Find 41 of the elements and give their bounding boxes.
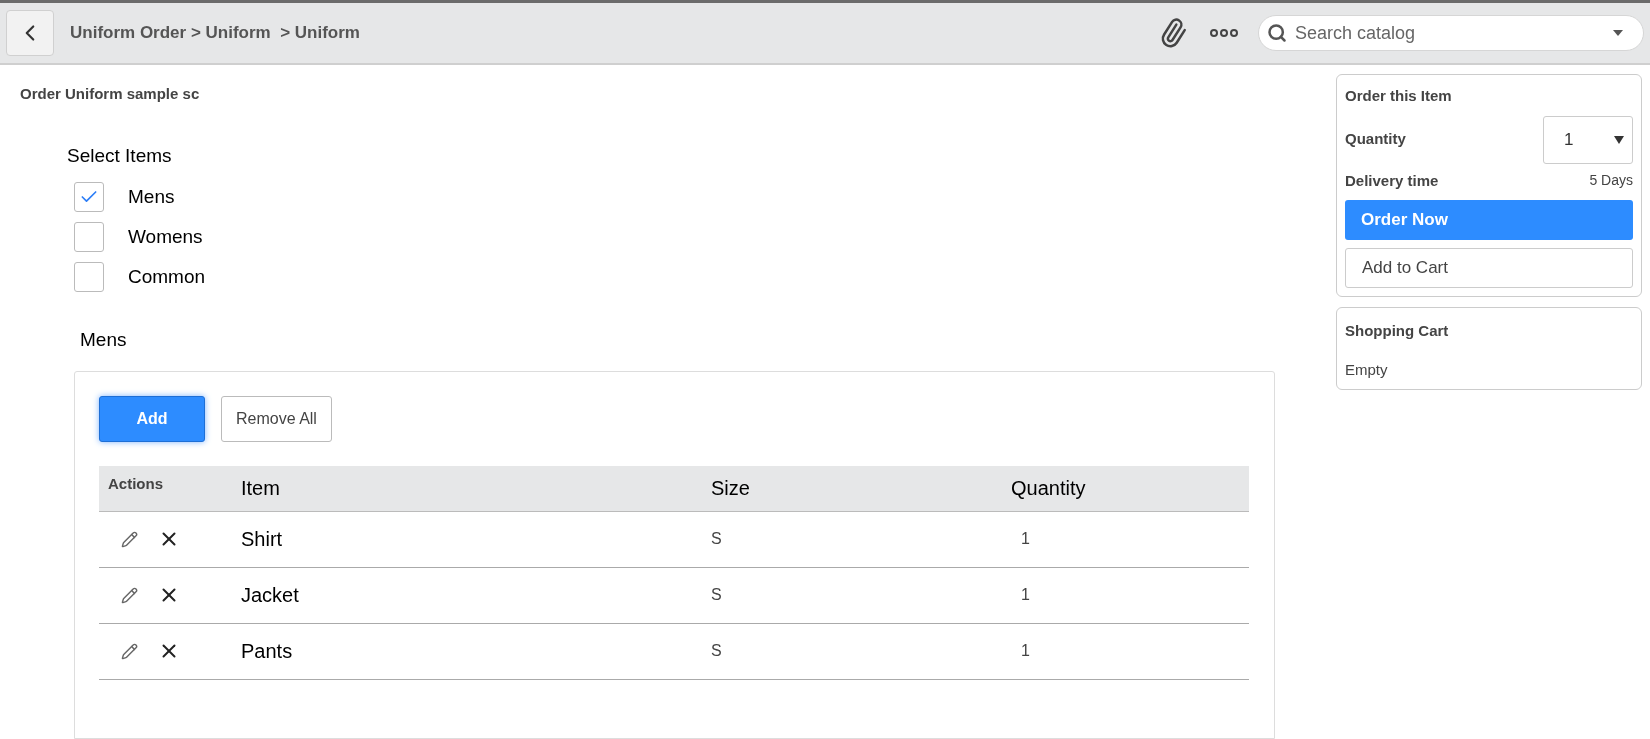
- section-label: Mens: [80, 328, 128, 352]
- checkbox[interactable]: [74, 262, 104, 292]
- table-cell-text: Jacket: [241, 583, 300, 608]
- search-icon: [1267, 23, 1287, 43]
- table-cell-text: 1: [1021, 641, 1030, 661]
- delivery-value: 5 Days: [1589, 171, 1633, 191]
- search-field[interactable]: Search catalog: [1295, 19, 1613, 47]
- page-title: Order Uniform sample sc: [20, 84, 201, 104]
- column-header: Size: [711, 476, 751, 501]
- table-cell-text: S: [711, 585, 723, 605]
- panel-title: Order this Item: [1345, 86, 1453, 106]
- cart-status: Empty: [1345, 359, 1389, 380]
- delivery-label: Delivery time: [1345, 170, 1439, 191]
- quantity-select[interactable]: 1: [1543, 115, 1633, 164]
- column-header: Item: [241, 476, 281, 501]
- table-cell-text: Shirt: [241, 527, 284, 552]
- edit-icon[interactable]: [121, 642, 138, 660]
- select-items-label: Select Items: [67, 143, 173, 168]
- add-to-cart-button[interactable]: Add to Cart: [1345, 248, 1633, 288]
- checkbox-label: Common: [128, 264, 206, 289]
- column-header: Actions: [107, 473, 164, 494]
- table-cell-text: S: [711, 641, 723, 661]
- edit-icon[interactable]: [121, 530, 138, 548]
- table-cell-text: S: [711, 529, 723, 549]
- table-cell-text: 1: [1021, 529, 1030, 549]
- more-icon[interactable]: [1210, 29, 1238, 37]
- quantity-label: Quantity: [1345, 129, 1406, 150]
- dropdown-caret-icon: [1613, 30, 1623, 36]
- caret-icon: [1614, 135, 1624, 144]
- remove-all-button[interactable]: Remove All: [221, 395, 332, 442]
- panel-title: Shopping Cart: [1345, 321, 1450, 341]
- breadcrumb: Uniform Order > Uniform > Uniform: [70, 22, 360, 45]
- table-cell-text: Pants: [241, 639, 294, 664]
- checkbox[interactable]: [74, 222, 104, 252]
- checkbox-label: Mens: [128, 184, 175, 209]
- edit-icon[interactable]: [121, 586, 138, 604]
- column-header: Quantity: [1011, 476, 1086, 501]
- table-cell-text: 1: [1021, 585, 1030, 605]
- checkbox-label: Womens: [128, 224, 203, 249]
- search-bar[interactable]: Search catalog: [1258, 15, 1644, 51]
- checkbox[interactable]: [74, 182, 104, 212]
